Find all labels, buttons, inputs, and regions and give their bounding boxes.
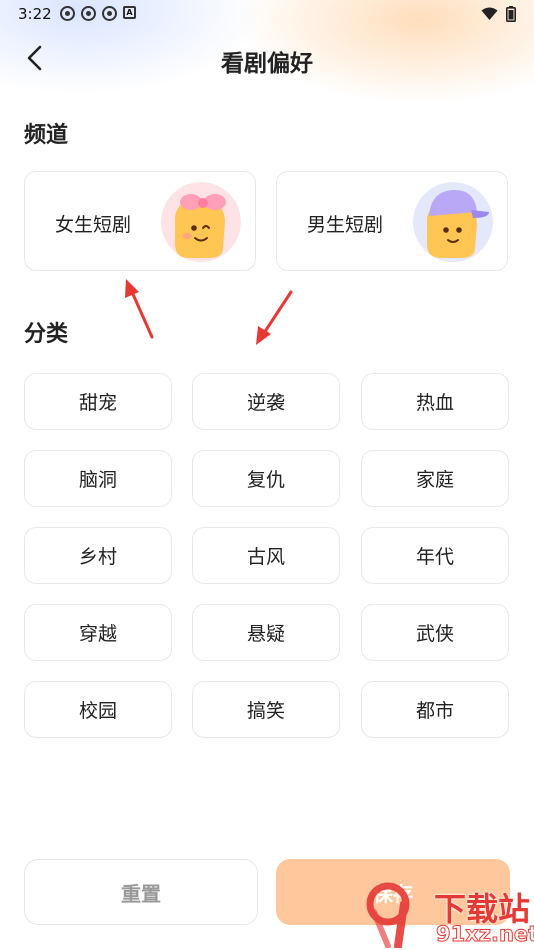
watermark-domain: 91xz.net bbox=[435, 922, 534, 947]
wifi-icon bbox=[481, 7, 498, 20]
channel-label: 男生短剧 bbox=[307, 214, 384, 236]
category-tag[interactable]: 甜宠 bbox=[24, 373, 172, 430]
notification-icons: A bbox=[60, 6, 136, 21]
channel-card-male[interactable]: 男生短剧 bbox=[276, 171, 508, 271]
status-bar: 3:22 A bbox=[0, 0, 534, 28]
channel-card-female[interactable]: 女生短剧 bbox=[24, 171, 256, 271]
category-tag[interactable]: 复仇 bbox=[192, 450, 340, 507]
category-tag[interactable]: 都市 bbox=[361, 681, 509, 738]
category-tag[interactable]: 热血 bbox=[361, 373, 509, 430]
app-notification-icon bbox=[102, 6, 117, 21]
category-section-title: 分类 bbox=[24, 322, 69, 347]
a-notification-icon: A bbox=[123, 6, 136, 19]
battery-icon bbox=[506, 6, 516, 22]
annotation-arrow bbox=[256, 290, 293, 345]
category-tag[interactable]: 搞笑 bbox=[192, 681, 340, 738]
category-tag[interactable]: 乡村 bbox=[24, 527, 172, 584]
channel-label: 女生短剧 bbox=[55, 214, 132, 236]
category-tag[interactable]: 年代 bbox=[361, 527, 509, 584]
category-tag[interactable]: 校园 bbox=[24, 681, 172, 738]
boy-avatar-icon bbox=[413, 182, 493, 262]
header: 看剧偏好 bbox=[0, 34, 534, 84]
category-tag[interactable]: 穿越 bbox=[24, 604, 172, 661]
category-tag[interactable]: 古风 bbox=[192, 527, 340, 584]
girl-avatar-icon bbox=[161, 182, 241, 262]
page-title: 看剧偏好 bbox=[221, 51, 313, 77]
reset-button[interactable]: 重置 bbox=[24, 859, 258, 925]
category-tag[interactable]: 武侠 bbox=[361, 604, 509, 661]
channel-section-title: 频道 bbox=[24, 123, 69, 148]
watermark: 下载站 91xz.net bbox=[364, 880, 534, 950]
status-time: 3:22 bbox=[18, 5, 52, 23]
annotation-arrow bbox=[125, 279, 154, 339]
category-tag[interactable]: 逆袭 bbox=[192, 373, 340, 430]
category-tag[interactable]: 脑洞 bbox=[24, 450, 172, 507]
app-notification-icon bbox=[81, 6, 96, 21]
category-tag[interactable]: 悬疑 bbox=[192, 604, 340, 661]
category-tag[interactable]: 家庭 bbox=[361, 450, 509, 507]
app-notification-icon bbox=[60, 6, 75, 21]
watermark-logo-icon bbox=[366, 882, 410, 948]
